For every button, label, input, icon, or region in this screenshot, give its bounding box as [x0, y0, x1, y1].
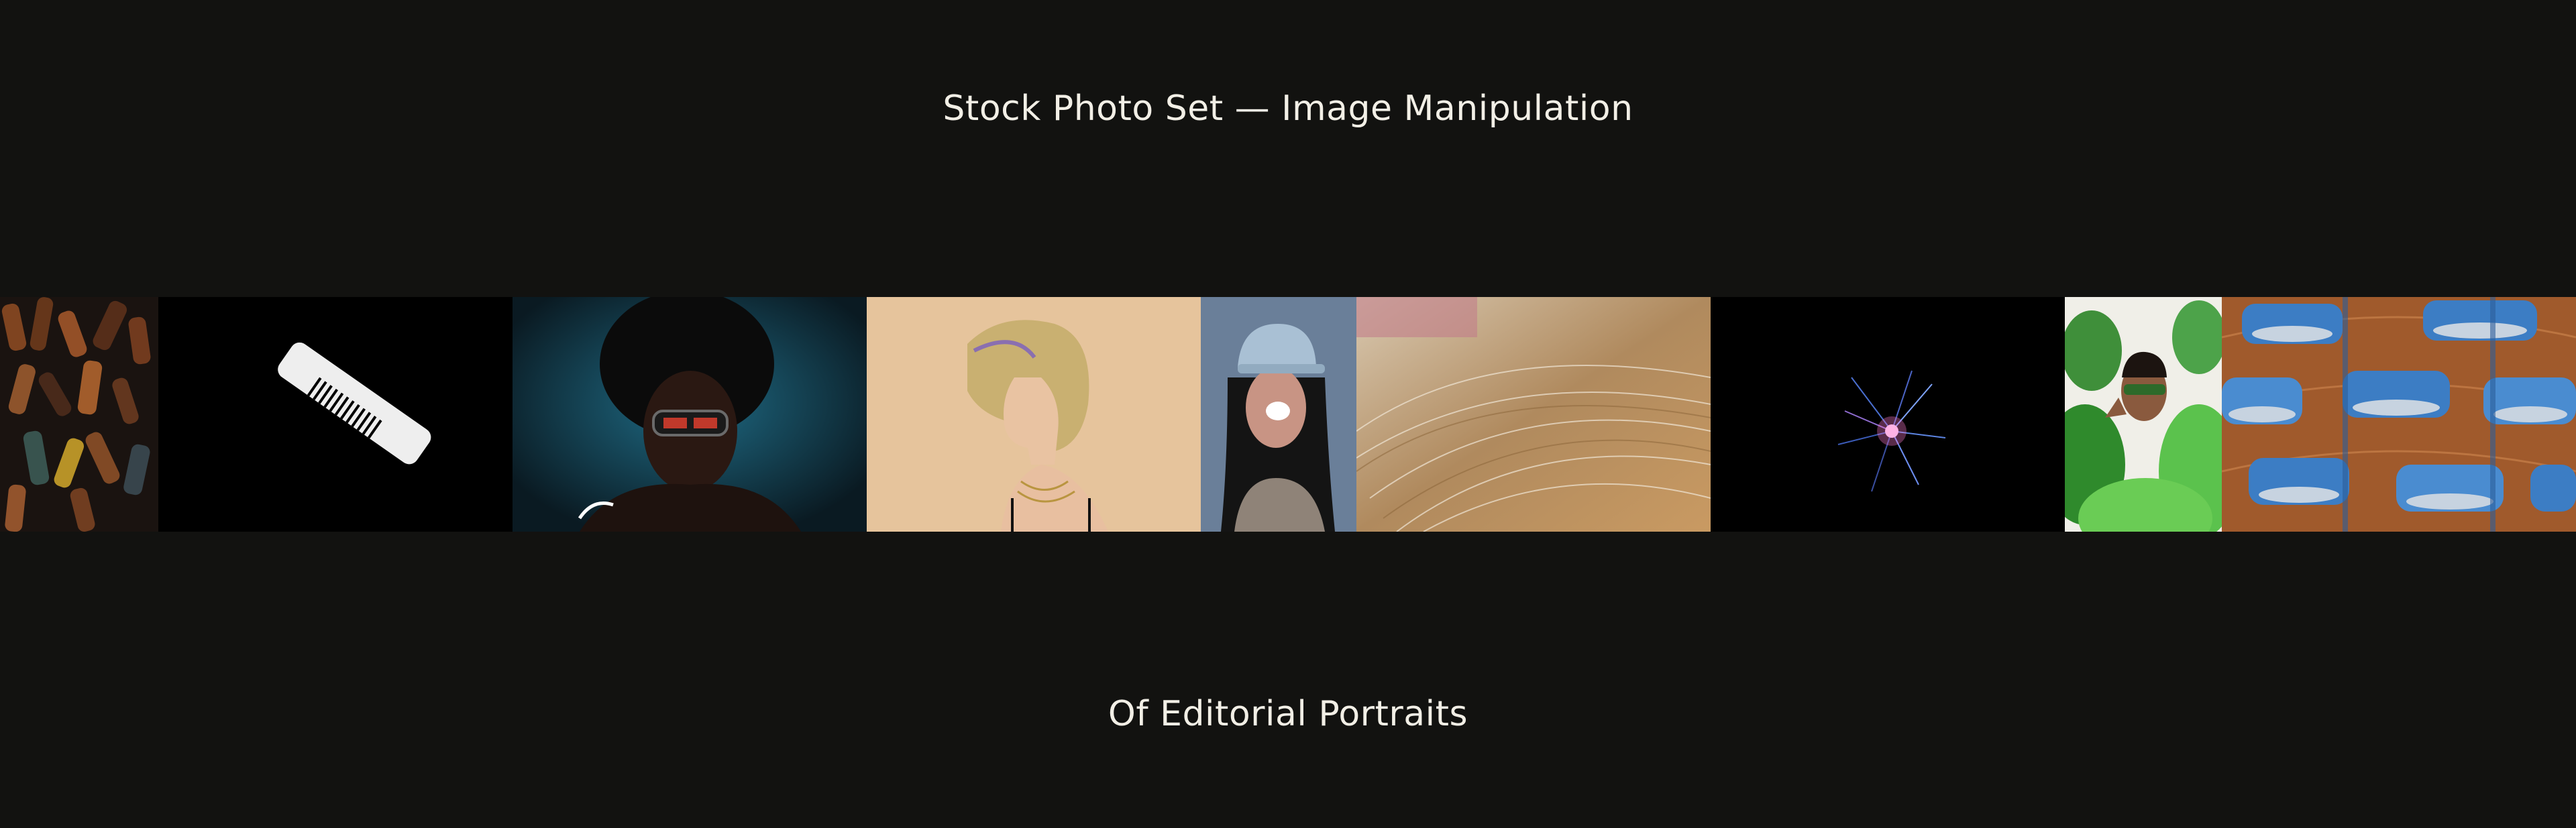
photo-woman-cap-portrait: [1201, 297, 1356, 532]
photo-white-comb: [158, 297, 513, 532]
photo-hair-closeup: [1356, 297, 1711, 532]
page-title: Stock Photo Set — Image Manipulation: [943, 88, 1633, 129]
photo-strip: [0, 297, 2576, 532]
page-subtitle: Of Editorial Portraits: [1108, 694, 1468, 734]
photo-woman-plants-portrait: [2065, 297, 2222, 532]
photo-hair-rollers: [2222, 297, 2576, 532]
photo-sparkler: [1711, 297, 2065, 532]
photo-hair-curlers-dark: [0, 297, 158, 532]
photo-blonde-profile-portrait: [867, 297, 1201, 532]
photo-afro-portrait-sunglasses: [513, 297, 867, 532]
